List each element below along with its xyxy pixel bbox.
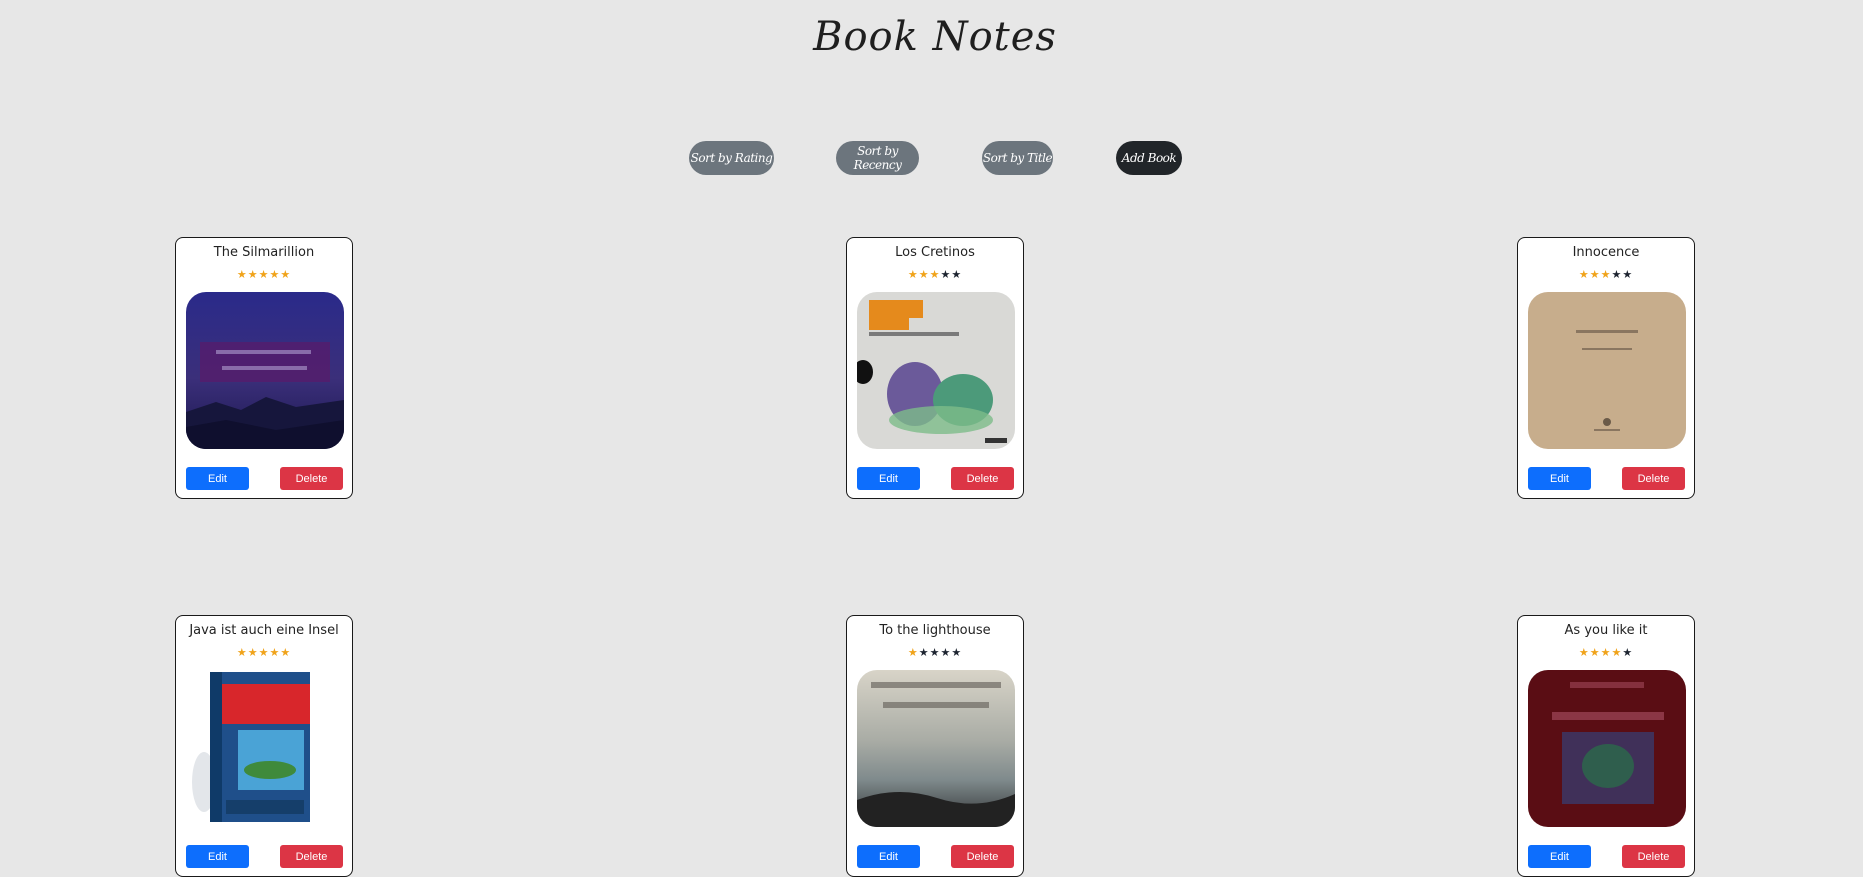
star-rating: ★★★★★ (176, 647, 352, 659)
star-filled-icon: ★ (280, 646, 292, 659)
edit-button[interactable]: Edit (1528, 845, 1591, 868)
book-cover-image (857, 670, 1015, 827)
book-cover-image (1528, 292, 1686, 449)
star-empty-icon: ★ (918, 646, 930, 659)
sort-toolbar: Sort by Rating Sort by Recency Sort by T… (0, 141, 1863, 175)
star-filled-icon: ★ (236, 268, 248, 281)
star-filled-icon: ★ (907, 268, 919, 281)
book-title: As you like it (1564, 623, 1648, 638)
star-empty-icon: ★ (940, 646, 952, 659)
delete-button[interactable]: Delete (280, 467, 343, 490)
star-filled-icon: ★ (1578, 646, 1590, 659)
star-rating: ★★★★★ (847, 647, 1023, 659)
book-cover-image (1528, 670, 1686, 827)
book-cover-image (186, 670, 344, 827)
star-rating: ★★★★★ (1518, 647, 1694, 659)
delete-button[interactable]: Delete (951, 845, 1014, 868)
star-filled-icon: ★ (907, 646, 919, 659)
star-filled-icon: ★ (929, 268, 941, 281)
star-filled-icon: ★ (269, 646, 281, 659)
star-filled-icon: ★ (280, 268, 292, 281)
book-title: Innocence (1572, 245, 1640, 260)
star-filled-icon: ★ (258, 646, 270, 659)
star-rating: ★★★★★ (176, 269, 352, 281)
delete-button[interactable]: Delete (280, 845, 343, 868)
star-filled-icon: ★ (1589, 268, 1601, 281)
sort-by-recency-button[interactable]: Sort by Recency (836, 141, 919, 175)
book-card: Los Cretinos ★★★★★ Edit Delete (846, 237, 1024, 499)
sort-by-rating-button[interactable]: Sort by Rating (689, 141, 774, 175)
book-card: Innocence ★★★★★ Edit Delete (1517, 237, 1695, 499)
star-empty-icon: ★ (929, 646, 941, 659)
star-empty-icon: ★ (1622, 646, 1634, 659)
book-title: The Silmarillion (213, 245, 315, 260)
edit-button[interactable]: Edit (186, 845, 249, 868)
star-empty-icon: ★ (951, 268, 963, 281)
book-cover-image (857, 292, 1015, 449)
star-filled-icon: ★ (1589, 646, 1601, 659)
book-cover-image (186, 292, 344, 449)
star-filled-icon: ★ (1600, 268, 1612, 281)
sort-by-title-button[interactable]: Sort by Title (982, 141, 1053, 175)
star-filled-icon: ★ (1611, 646, 1623, 659)
star-empty-icon: ★ (951, 646, 963, 659)
star-filled-icon: ★ (236, 646, 248, 659)
book-title: Los Cretinos (895, 245, 975, 260)
page-title: Book Notes (813, 14, 1057, 60)
star-empty-icon: ★ (1611, 268, 1623, 281)
book-title: Java ist auch eine Insel (189, 623, 339, 638)
book-card: Java ist auch eine Insel ★★★★★ Edit Dele… (175, 615, 353, 877)
star-filled-icon: ★ (1578, 268, 1590, 281)
edit-button[interactable]: Edit (857, 467, 920, 490)
star-empty-icon: ★ (1622, 268, 1634, 281)
delete-button[interactable]: Delete (951, 467, 1014, 490)
star-filled-icon: ★ (918, 268, 930, 281)
edit-button[interactable]: Edit (857, 845, 920, 868)
star-filled-icon: ★ (258, 268, 270, 281)
star-empty-icon: ★ (940, 268, 952, 281)
star-rating: ★★★★★ (847, 269, 1023, 281)
edit-button[interactable]: Edit (186, 467, 249, 490)
delete-button[interactable]: Delete (1622, 845, 1685, 868)
book-card: As you like it ★★★★★ Edit Delete (1517, 615, 1695, 877)
star-filled-icon: ★ (247, 268, 259, 281)
book-card: The Silmarillion ★★★★★ Edit Delete (175, 237, 353, 499)
star-rating: ★★★★★ (1518, 269, 1694, 281)
book-card: To the lighthouse ★★★★★ Edit Delete (846, 615, 1024, 877)
add-book-button[interactable]: Add Book (1116, 141, 1182, 175)
star-filled-icon: ★ (247, 646, 259, 659)
star-filled-icon: ★ (1600, 646, 1612, 659)
edit-button[interactable]: Edit (1528, 467, 1591, 490)
delete-button[interactable]: Delete (1622, 467, 1685, 490)
star-filled-icon: ★ (269, 268, 281, 281)
book-title: To the lighthouse (879, 623, 991, 638)
